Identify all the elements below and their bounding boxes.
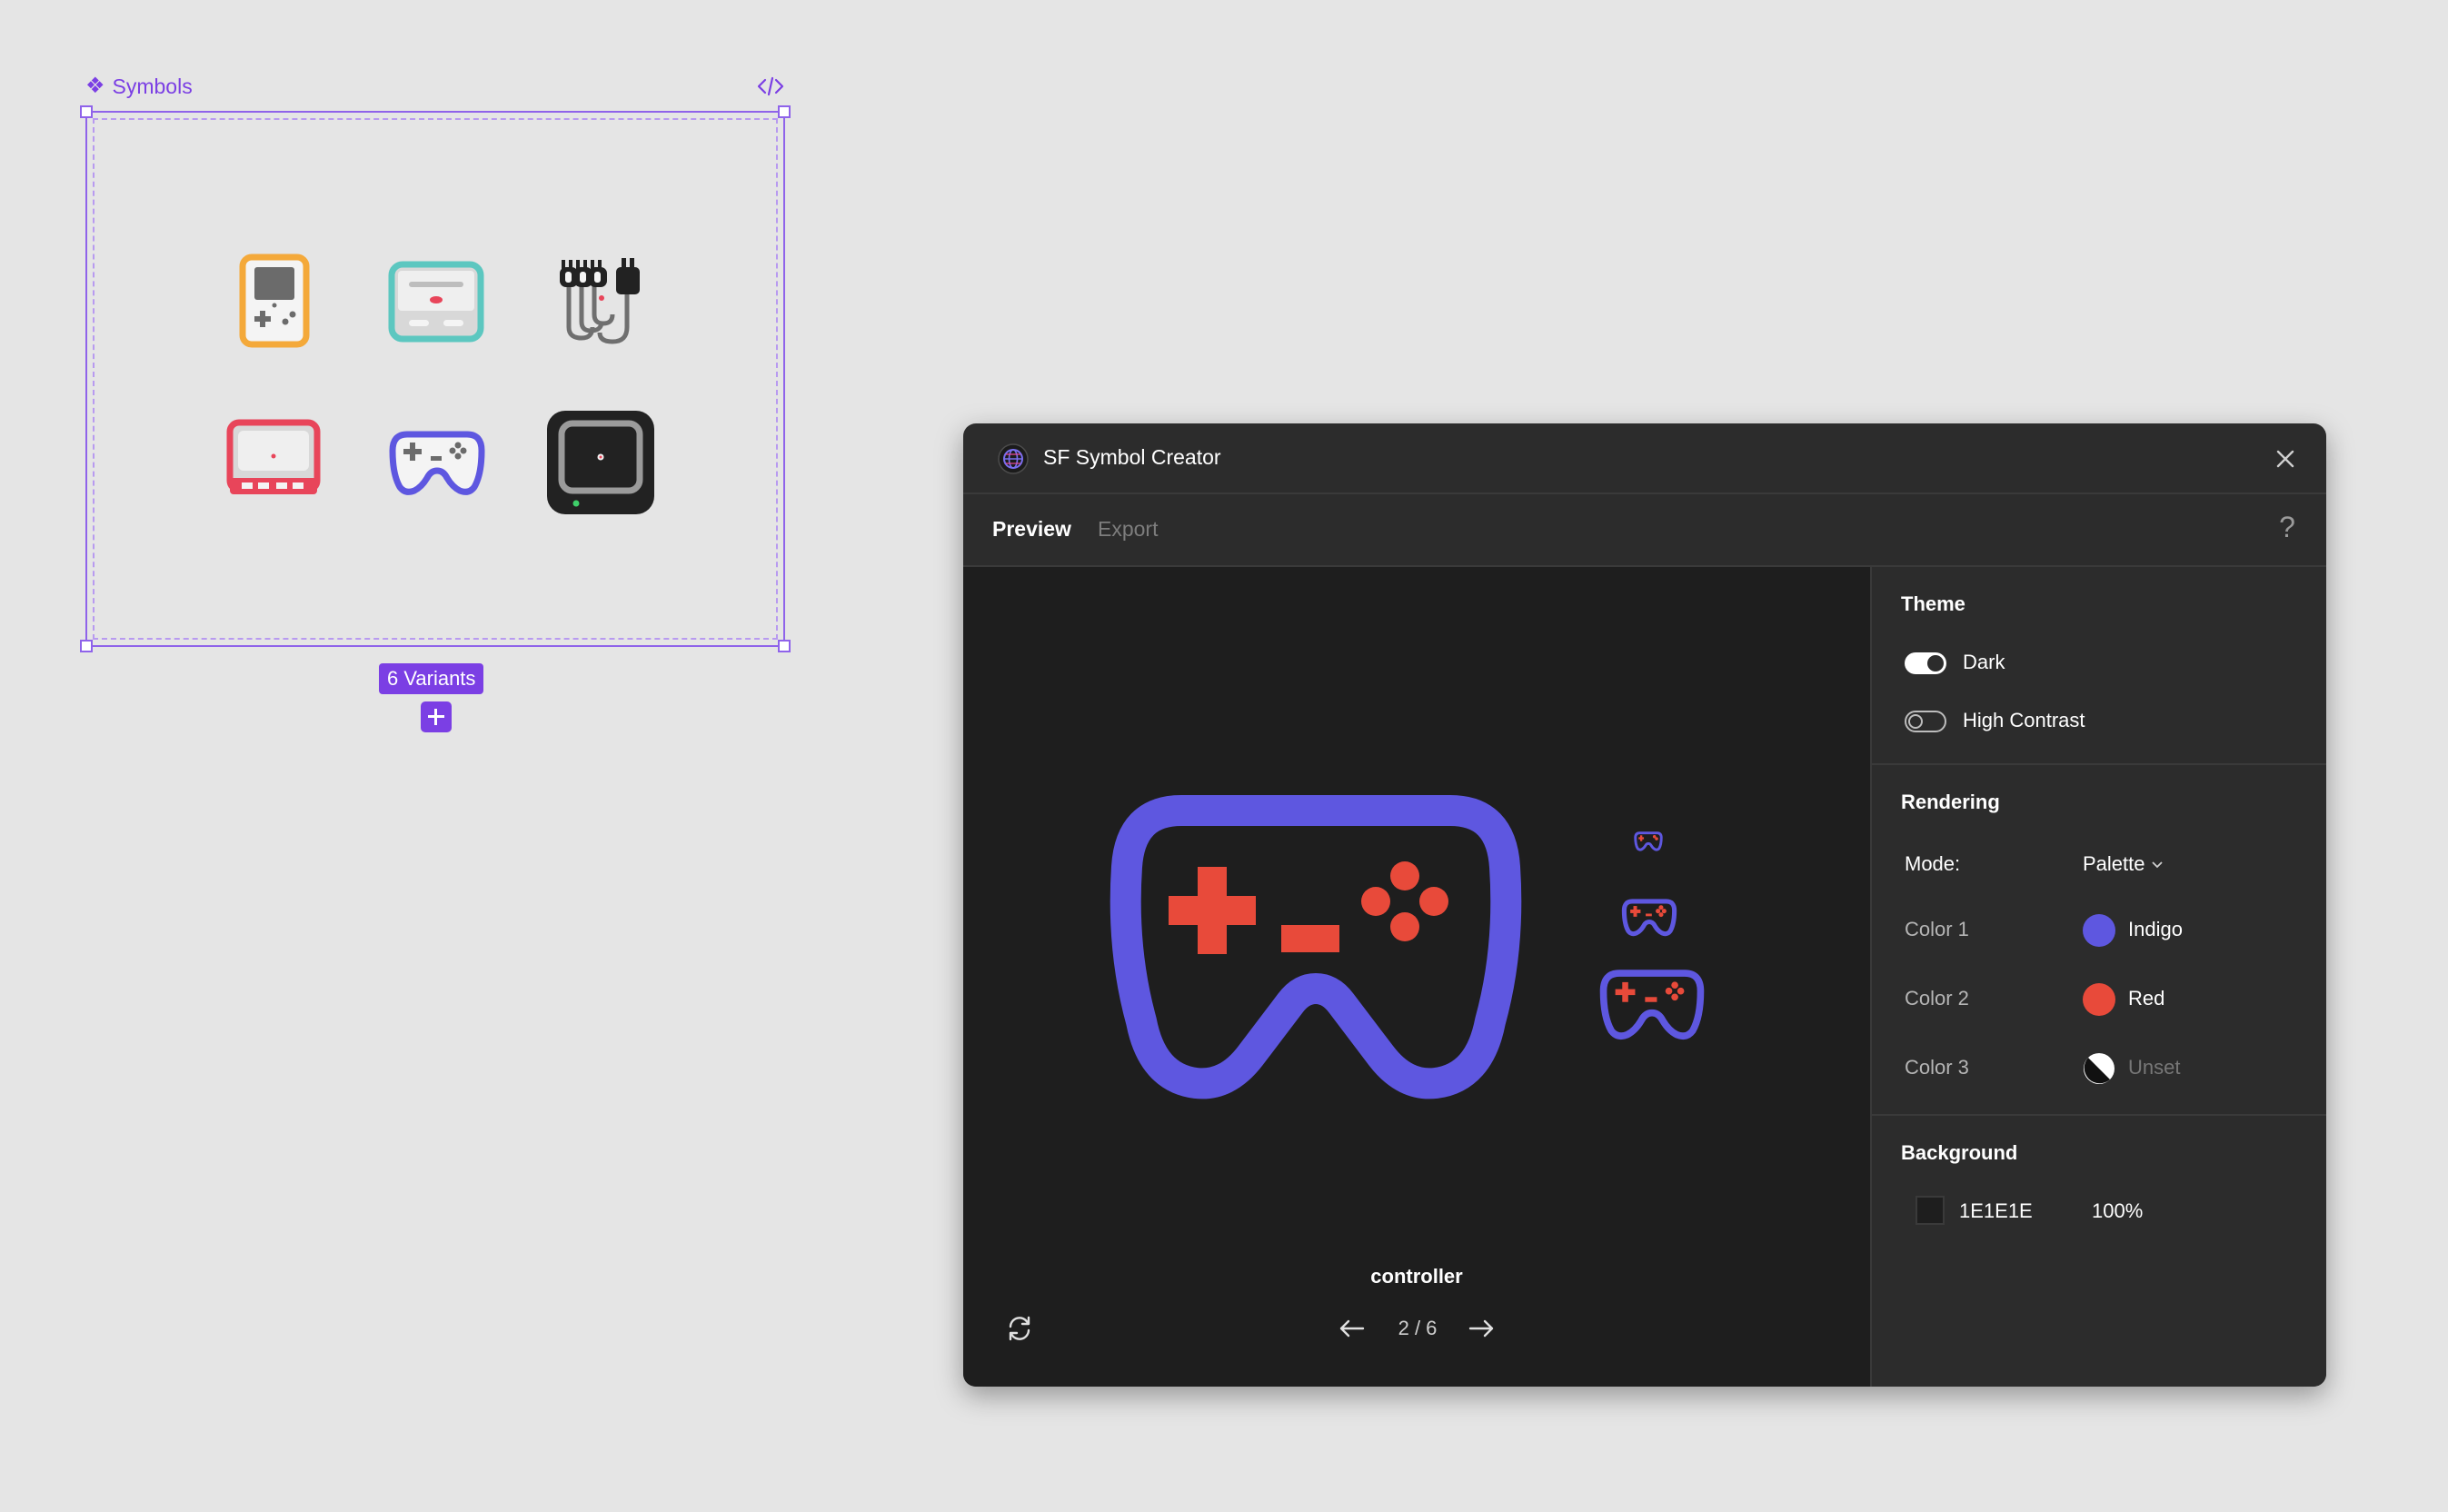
code-icon[interactable] — [756, 73, 785, 100]
color-1-swatch[interactable] — [2083, 914, 2115, 947]
rendering-section: Rendering Mode: Palette Color 1 Indigo C… — [1872, 765, 2326, 1116]
plugin-title: SF Symbol Creator — [1043, 445, 1221, 469]
theme-section: Theme Dark High Contrast — [1872, 567, 2326, 765]
controller-preview-large-icon — [1110, 795, 1522, 1099]
component-set[interactable] — [80, 105, 791, 652]
tab-preview[interactable]: Preview — [992, 517, 1071, 542]
high-contrast-toggle-label: High Contrast — [1963, 709, 2085, 731]
tab-bar: Preview Export ? — [963, 494, 2326, 567]
cube-console-variant[interactable] — [545, 409, 656, 516]
preview-area: controller 2 / 6 — [963, 567, 1870, 1387]
mode-label: Mode: — [1905, 852, 1961, 875]
color-1-label: Color 1 — [1905, 918, 1969, 940]
frame-label[interactable]: ❖ Symbols — [85, 73, 193, 100]
resize-handle-top-left[interactable] — [80, 105, 93, 118]
page-indicator: 2 / 6 — [1398, 1317, 1438, 1339]
controller-preview-regular-icon — [1599, 970, 1705, 1040]
controller-variant[interactable] — [387, 429, 487, 498]
color-2-swatch[interactable] — [2083, 983, 2115, 1016]
close-icon[interactable] — [2270, 443, 2301, 474]
color-3-name: Unset — [2128, 1056, 2181, 1079]
resize-handle-bottom-right[interactable] — [778, 640, 791, 652]
mode-select[interactable]: Palette — [2083, 852, 2164, 876]
background-color-swatch[interactable] — [1916, 1196, 1945, 1225]
color-2-label: Color 2 — [1905, 987, 1969, 1010]
symbol-name: controller — [1370, 1265, 1463, 1288]
plugin-titlebar[interactable]: SF Symbol Creator — [963, 423, 2326, 494]
controller-preview-medium-icon — [1621, 899, 1677, 937]
resize-handle-top-right[interactable] — [778, 105, 791, 118]
retro-console-variant[interactable] — [387, 260, 485, 343]
color-3-label: Color 3 — [1905, 1056, 1969, 1079]
famicom-console-variant[interactable] — [225, 418, 322, 502]
arrow-right-icon[interactable] — [1465, 1312, 1498, 1345]
background-section: Background 1E1E1E 100% — [1872, 1116, 2326, 1387]
help-button[interactable]: ? — [2272, 511, 2303, 544]
color-1-name: Indigo — [2128, 918, 2183, 940]
settings-panel: Theme Dark High Contrast Rendering Mode:… — [1870, 567, 2326, 1387]
background-hex-input[interactable]: 1E1E1E — [1959, 1199, 2033, 1223]
high-contrast-toggle[interactable] — [1905, 711, 1946, 732]
dark-toggle-label: Dark — [1963, 651, 2005, 673]
controller-preview-small-icon — [1634, 831, 1663, 851]
tab-export[interactable]: Export — [1098, 517, 1158, 542]
mode-value: Palette — [2083, 852, 2145, 875]
background-opacity-input[interactable]: 100% — [2092, 1199, 2143, 1223]
globe-logo-icon — [998, 443, 1029, 474]
background-title: Background — [1901, 1141, 2018, 1164]
color-3-unset-swatch[interactable] — [2083, 1052, 2115, 1085]
plugin-window: SF Symbol Creator Preview Export ? contr… — [963, 423, 2326, 1387]
rendering-title: Rendering — [1901, 791, 2000, 813]
chevron-down-icon — [2151, 861, 2163, 869]
refresh-icon[interactable] — [1003, 1312, 1036, 1345]
arrow-left-icon[interactable] — [1336, 1312, 1368, 1345]
color-2-name: Red — [2128, 987, 2165, 1010]
resize-handle-bottom-left[interactable] — [80, 640, 93, 652]
av-cables-variant[interactable] — [558, 254, 645, 345]
dark-toggle[interactable] — [1905, 652, 1946, 674]
variants-count-badge: 6 Variants — [379, 663, 484, 694]
add-variant-button[interactable] — [421, 701, 452, 732]
handheld-console-variant[interactable] — [238, 253, 311, 349]
frame-label-text: Symbols — [112, 74, 193, 98]
theme-title: Theme — [1901, 592, 1965, 615]
component-set-icon: ❖ — [85, 74, 105, 98]
component-set-dashed-border — [93, 118, 778, 640]
